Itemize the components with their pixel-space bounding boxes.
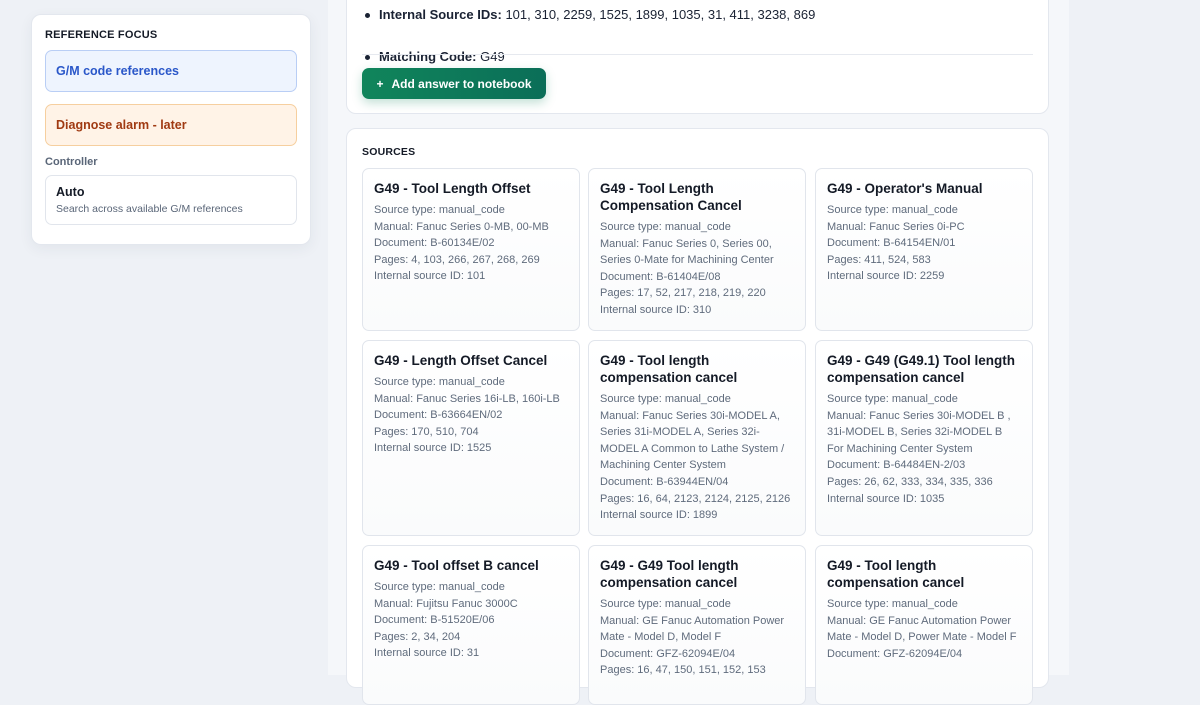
source-title: G49 - Length Offset Cancel [374,353,548,368]
source-document: Document: B-63944EN/04 [600,475,729,488]
source-document: Document: B-64154EN/01 [827,237,956,250]
controller-hint: Search across available G/M references [56,203,243,215]
source-manual: Manual: Fanuc Series 16i-LB, 160i-LB [374,392,560,405]
answer-item-matching-code: Matching Code: G49 [365,49,1048,65]
source-card[interactable]: G49 - G49 Tool length compensation cance… [588,545,806,705]
option-label: G/M code references [56,64,179,78]
controller-value: Auto [56,185,85,199]
source-document: Document: B-61404E/08 [600,270,721,283]
sources-title: SOURCES [362,146,416,158]
source-pages: Pages: 17, 52, 217, 218, 219, 220 [600,287,766,300]
source-internal-id: Internal source ID: 2259 [827,270,945,283]
option-diagnose-alarm[interactable]: Diagnose alarm - later [45,104,297,146]
source-internal-id: Internal source ID: 310 [600,303,712,316]
source-document: Document: GFZ-62094E/04 [827,647,963,660]
source-internal-id: Internal source ID: 1899 [600,509,718,522]
source-manual: Manual: GE Fanuc Automation Power Mate -… [600,614,785,644]
source-document: Document: GFZ-62094E/04 [600,647,736,660]
sources-card: SOURCES G49 - Tool Length Offset Source … [346,128,1049,705]
button-label: Add answer to notebook [391,76,532,91]
source-type: Source type: manual_code [600,598,731,610]
controller-label: Controller [45,156,98,168]
source-type: Source type: manual_code [374,581,505,593]
source-card[interactable]: G49 - G49 (G49.1) Tool length compensati… [815,340,1033,536]
source-manual: Manual: Fanuc Series 30i-MODEL B , 31i-M… [827,409,1011,455]
source-pages: Pages: 16, 64, 2123, 2124, 2125, 2126 [600,492,791,505]
source-pages: Pages: 4, 103, 266, 267, 268, 269 [374,253,540,266]
source-card[interactable]: G49 - Tool length compensation cancel So… [588,340,806,536]
source-type: Source type: manual_code [827,393,958,405]
source-internal-id: Internal source ID: 101 [374,270,486,283]
source-title: G49 - Tool Length Compensation Cancel [600,181,742,213]
source-internal-id: Internal source ID: 31 [374,647,480,660]
source-type: Source type: manual_code [827,598,958,610]
source-pages: Pages: 170, 510, 704 [374,425,479,438]
reference-focus-panel: REFERENCE FOCUS G/M code references Diag… [31,14,311,245]
panel-title: REFERENCE FOCUS [45,29,158,41]
source-document: Document: B-63664EN/02 [374,409,503,422]
source-card[interactable]: G49 - Tool Length Compensation Cancel So… [588,168,806,331]
source-title: G49 - Tool length compensation cancel [827,558,965,590]
source-card[interactable]: G49 - Operator's Manual Source type: man… [815,168,1033,331]
source-internal-id: Internal source ID: 1525 [374,442,492,455]
source-internal-id: Internal source ID: 1035 [827,492,945,505]
option-label: Diagnose alarm - later [56,118,187,132]
main-content: Internal Source IDs: 101, 310, 2259, 152… [328,0,1069,705]
source-type: Source type: manual_code [827,204,958,216]
source-document: Document: B-60134E/02 [374,237,495,250]
answer-list: Internal Source IDs: 101, 310, 2259, 152… [347,1,1048,64]
answer-item-key: Matching Code [379,49,473,64]
source-title: G49 - Operator's Manual [827,181,983,196]
answer-card: Internal Source IDs: 101, 310, 2259, 152… [346,0,1049,114]
source-manual: Manual: GE Fanuc Automation Power Mate -… [827,614,1017,644]
source-card[interactable]: G49 - Tool length compensation cancel So… [815,545,1033,705]
source-pages: Pages: 411, 524, 583 [827,253,931,266]
source-pages: Pages: 2, 34, 204 [374,630,461,643]
source-type: Source type: manual_code [374,204,505,216]
add-answer-to-notebook-button[interactable]: + Add answer to notebook [362,68,546,99]
source-pages: Pages: 16, 47, 150, 151, 152, 153 [600,664,766,677]
answer-item-source-ids: Internal Source IDs: 101, 310, 2259, 152… [365,7,1048,23]
answer-item-value: 101, 310, 2259, 1525, 1899, 1035, 31, 41… [505,7,816,22]
source-type: Source type: manual_code [600,393,731,405]
source-type: Source type: manual_code [374,376,505,388]
source-manual: Manual: Fujitsu Fanuc 3000C [374,597,518,610]
source-manual: Manual: Fanuc Series 0-MB, 00-MB [374,220,549,233]
source-title: G49 - Tool offset B cancel [374,558,539,573]
source-card[interactable]: G49 - Length Offset Cancel Source type: … [362,340,580,536]
option-gm-code-references[interactable]: G/M code references [45,50,297,92]
answer-item-value: G49 [480,49,505,64]
source-card[interactable]: G49 - Tool Length Offset Source type: ma… [362,168,580,331]
source-title: G49 - Tool Length Offset [374,181,531,196]
source-manual: Manual: Fanuc Series 0i-PC [827,220,965,233]
source-title: G49 - G49 Tool length compensation cance… [600,558,739,590]
source-pages: Pages: 26, 62, 333, 334, 335, 336 [827,475,993,488]
source-title: G49 - G49 (G49.1) Tool length compensati… [827,353,1016,385]
source-document: Document: B-51520E/06 [374,614,495,627]
source-manual: Manual: Fanuc Series 30i-MODEL A, Series… [600,409,785,472]
source-title: G49 - Tool length compensation cancel [600,353,738,385]
answer-item-key: Internal Source IDs [379,7,498,22]
divider [362,54,1033,55]
plus-icon: + [376,76,384,91]
controller-select[interactable]: Auto Search across available G/M referen… [45,175,297,225]
source-card[interactable]: G49 - Tool offset B cancel Source type: … [362,545,580,705]
source-document: Document: B-64484EN-2/03 [827,459,966,472]
source-manual: Manual: Fanuc Series 0, Series 00, Serie… [600,237,774,267]
source-type: Source type: manual_code [600,221,731,233]
